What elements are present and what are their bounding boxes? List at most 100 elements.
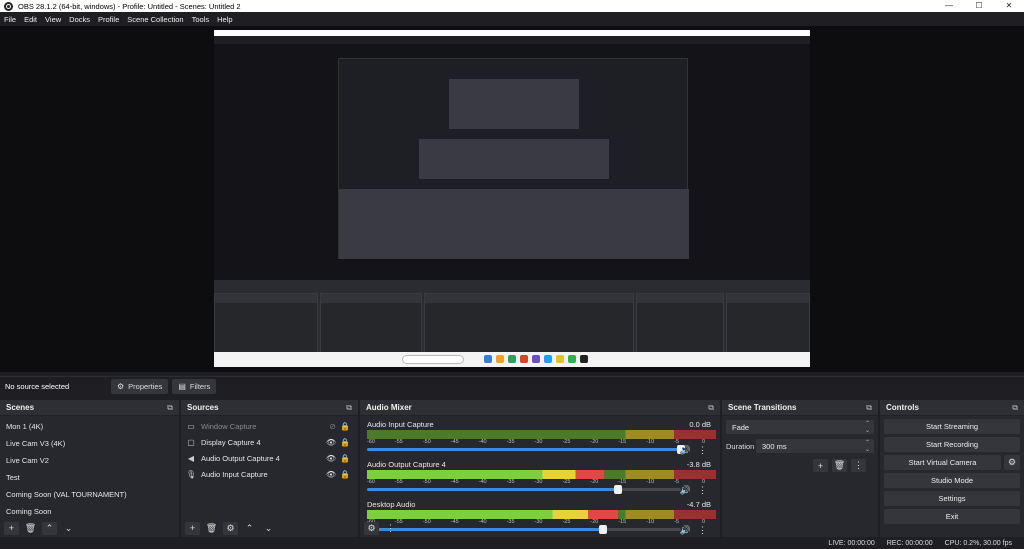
transition-menu-icon[interactable]: ⋮ <box>851 459 866 472</box>
menu-profile[interactable]: Profile <box>98 15 119 24</box>
source-item[interactable]: ◀ Audio Output Capture 4 👁 🔒 <box>181 450 358 466</box>
undock-icon[interactable]: ⧉ <box>346 403 352 413</box>
eye-hidden-icon[interactable]: ⊘ <box>329 422 336 431</box>
studio-mode-button[interactable]: Studio Mode <box>884 473 1020 488</box>
move-up-icon[interactable]: ⌃ <box>42 521 57 535</box>
move-down-icon[interactable]: ⌄ <box>61 522 76 535</box>
channel-menu-icon[interactable]: ⋮ <box>698 485 707 496</box>
gear-icon[interactable]: ⚙ <box>1004 455 1020 470</box>
trash-icon[interactable]: 🗑 <box>23 522 38 535</box>
meter-tick-label: -50 <box>422 479 431 485</box>
lock-icon[interactable]: 🔒 <box>340 422 350 431</box>
trash-icon[interactable]: 🗑 <box>832 459 847 472</box>
duration-label: Duration <box>726 441 755 451</box>
menu-scene-collection[interactable]: Scene Collection <box>127 15 183 24</box>
lock-icon[interactable]: 🔒 <box>340 438 350 447</box>
filter-icon: ▤ <box>178 382 186 391</box>
menu-docks[interactable]: Docks <box>69 15 90 24</box>
scene-item[interactable]: Live Cam V2 <box>0 452 179 469</box>
meter-tick-label: -35 <box>506 439 515 445</box>
properties-button[interactable]: ⚙ Properties <box>111 379 169 394</box>
transitions-title: Scene Transitions <box>728 403 797 412</box>
undock-icon[interactable]: ⧉ <box>167 403 173 413</box>
scene-item[interactable]: Live Cam V3 (4K) <box>0 435 179 452</box>
lock-icon[interactable]: 🔒 <box>340 454 350 463</box>
filters-button[interactable]: ▤ Filters <box>172 379 217 394</box>
mixer-channel: Audio Output Capture 4 -3.8 dB -60 -55 -50… <box>365 458 716 498</box>
settings-button[interactable]: Settings <box>884 491 1020 506</box>
exit-button[interactable]: Exit <box>884 509 1020 524</box>
no-source-label: No source selected <box>5 382 70 391</box>
undock-icon[interactable]: ⧉ <box>1012 403 1018 413</box>
volume-slider[interactable] <box>367 485 681 494</box>
duration-input[interactable]: 300 ms ⌃ ⌄ <box>756 439 874 453</box>
close-button[interactable]: ✕ <box>994 0 1024 12</box>
preview-display-capture <box>214 30 810 367</box>
meter-tick-label: -45 <box>450 439 459 445</box>
source-item[interactable]: ▢ Display Capture 4 👁 🔒 <box>181 434 358 450</box>
menu-tools[interactable]: Tools <box>192 15 210 24</box>
meter-tick-label: -10 <box>646 439 655 445</box>
meter-tick-label: -45 <box>450 479 459 485</box>
channel-db: -3.8 dB <box>686 460 711 469</box>
transition-select[interactable]: Fade ⌃ ⌄ <box>726 420 874 434</box>
start-recording-button[interactable]: Start Recording <box>884 437 1020 452</box>
menu-edit[interactable]: Edit <box>24 15 37 24</box>
start-streaming-button[interactable]: Start Streaming <box>884 419 1020 434</box>
source-item[interactable]: ▭ Window Capture ⊘ 🔒 <box>181 418 358 434</box>
cpu-status: CPU: 0.2%, 30.00 fps <box>944 539 1012 547</box>
scene-item[interactable]: Coming Soon (VAL TOURNAMENT) <box>0 486 179 503</box>
meter-tick-label: -25 <box>562 439 571 445</box>
add-transition-icon[interactable]: + <box>813 459 828 472</box>
start-virtual-camera-button[interactable]: Start Virtual Camera <box>884 455 1001 470</box>
add-source-icon[interactable]: + <box>185 521 200 535</box>
scene-item[interactable]: Test <box>0 469 179 486</box>
speaker-icon[interactable]: 🔊 <box>680 485 691 496</box>
menu-view[interactable]: View <box>45 15 61 24</box>
meter-tick-label: -40 <box>478 439 487 445</box>
eye-icon[interactable]: 👁 <box>326 454 336 463</box>
trash-icon[interactable]: 🗑 <box>204 522 219 535</box>
scene-item[interactable]: Coming Soon <box>0 503 179 520</box>
mixer-menu-icon[interactable]: ⋮ <box>383 522 398 535</box>
scene-item[interactable]: Mon 1 (4K) <box>0 418 179 435</box>
controls-title: Controls <box>886 403 919 412</box>
move-up-icon[interactable]: ⌃ <box>242 522 257 535</box>
channel-db: 0.0 dB <box>689 420 711 429</box>
window-title: OBS 28.1.2 (64-bit, windows) - Profile: … <box>18 1 241 11</box>
mixer-settings-icon[interactable]: ⚙ <box>364 521 379 535</box>
move-down-icon[interactable]: ⌄ <box>261 522 276 535</box>
add-scene-icon[interactable]: + <box>4 521 19 535</box>
sources-title: Sources <box>187 403 219 412</box>
meter-tick-label: -55 <box>394 479 403 485</box>
undock-icon[interactable]: ⧉ <box>866 403 872 413</box>
spin-icon[interactable]: ⌃ ⌄ <box>865 439 870 453</box>
chevron-up-down-icon: ⌃ ⌄ <box>864 421 870 434</box>
rec-status: REC: 00:00:00 <box>886 539 933 547</box>
title-bar: OBS 28.1.2 (64-bit, windows) - Profile: … <box>0 0 1024 12</box>
meter-ticks: -60-55-50-45-40-35-30-25-20-15-10-50 <box>367 439 716 447</box>
volume-slider[interactable] <box>367 445 685 454</box>
minimize-button[interactable]: — <box>934 0 964 12</box>
speaker-icon[interactable]: 🔊 <box>680 445 691 456</box>
status-bar: LIVE: 00:00:00 REC: 00:00:00 CPU: 0.2%, … <box>0 537 1024 549</box>
sources-dock: Sources ⧉ ▭ Window Capture ⊘ 🔒 ▢ Display Capt… <box>181 400 358 537</box>
source-item[interactable]: 🎙 Audio Input Capture 👁 🔒 <box>181 466 358 482</box>
channel-menu-icon[interactable]: ⋮ <box>698 445 707 456</box>
scene-transitions-dock: Scene Transitions ⧉ Fade ⌃ ⌄ Duration 300 m… <box>722 400 878 537</box>
menu-file[interactable]: File <box>4 15 16 24</box>
window-icon: ▭ <box>187 421 195 431</box>
meter-tick-label: -10 <box>646 479 655 485</box>
meter-tick-label: -25 <box>562 479 571 485</box>
scenes-title: Scenes <box>6 403 35 412</box>
lock-icon[interactable]: 🔒 <box>340 470 350 479</box>
menu-help[interactable]: Help <box>217 15 232 24</box>
gear-icon[interactable]: ⚙ <box>223 521 238 535</box>
mixer-title: Audio Mixer <box>366 403 412 412</box>
maximize-button[interactable]: ☐ <box>964 0 994 12</box>
eye-icon[interactable]: 👁 <box>326 470 336 479</box>
eye-icon[interactable]: 👁 <box>326 438 336 447</box>
obs-logo-icon <box>4 1 13 11</box>
undock-icon[interactable]: ⧉ <box>708 403 714 413</box>
monitor-icon: ▢ <box>187 437 195 447</box>
